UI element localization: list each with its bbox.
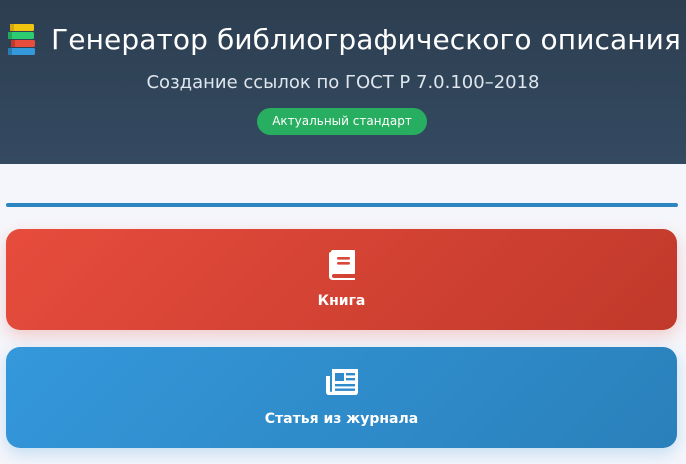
book-icon (328, 250, 355, 280)
page-title: Генератор библиографического описания (51, 22, 681, 56)
source-type-article-button[interactable]: Статья из журнала (6, 347, 677, 448)
progress-bar (6, 203, 678, 207)
books-icon (8, 24, 36, 55)
standard-badge: Актуальный стандарт (257, 108, 427, 135)
page-subtitle: Создание ссылок по ГОСТ Р 7.0.100–2018 (146, 72, 540, 93)
newspaper-icon (325, 369, 358, 395)
title-row: Генератор библиографического описания (0, 22, 686, 56)
source-type-book-label: Книга (317, 293, 366, 309)
source-type-article-label: Статья из журнала (264, 411, 419, 427)
page-header: Генератор библиографического описания Со… (0, 0, 686, 164)
source-type-book-button[interactable]: Книга (6, 229, 677, 330)
